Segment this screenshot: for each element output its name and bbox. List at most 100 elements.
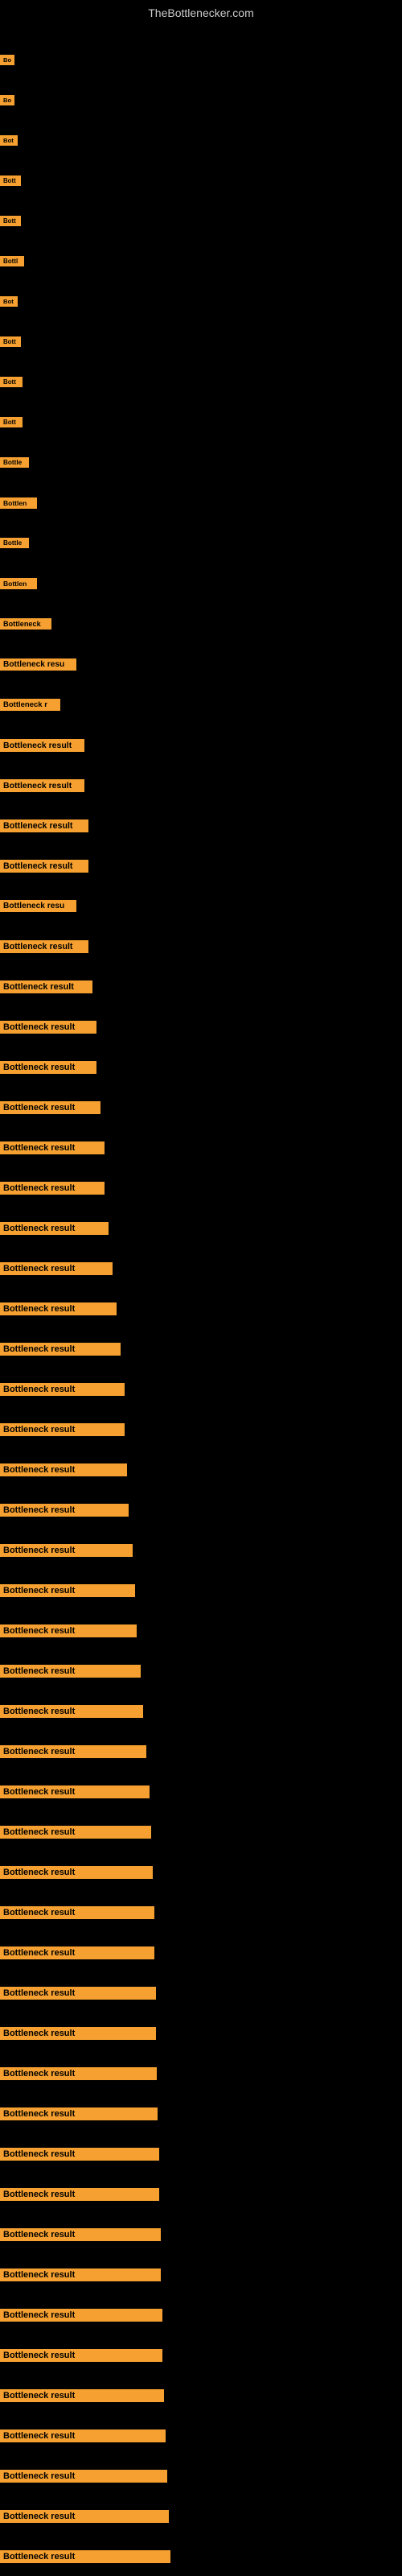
- bottleneck-row: Bottleneck result: [0, 2309, 402, 2322]
- bottleneck-label: Bottlen: [0, 497, 37, 509]
- bottleneck-label: Bottleneck result: [0, 2470, 167, 2483]
- bottleneck-label: Bottleneck result: [0, 1504, 129, 1517]
- bottleneck-row: Bottleneck result: [0, 2027, 402, 2040]
- bottleneck-row: Bottleneck result: [0, 1302, 402, 1315]
- bottleneck-label: Bottleneck result: [0, 1463, 127, 1476]
- bottleneck-row: Bo: [0, 55, 402, 65]
- bottleneck-row: Bottleneck result: [0, 940, 402, 953]
- bottleneck-row: Bottleneck result: [0, 1906, 402, 1919]
- bottleneck-label: Bottleneck result: [0, 2148, 159, 2161]
- bottleneck-row: Bottleneck result: [0, 860, 402, 873]
- bottleneck-row: Bottleneck result: [0, 1061, 402, 1074]
- bottleneck-label: Bottleneck result: [0, 1061, 96, 1074]
- bottleneck-label: Bottleneck result: [0, 940, 88, 953]
- bottleneck-row: Bottleneck result: [0, 2188, 402, 2201]
- bottleneck-row: Bottl: [0, 256, 402, 266]
- bottleneck-row: Bottleneck result: [0, 1665, 402, 1678]
- bottleneck-row: Bottleneck result: [0, 1222, 402, 1235]
- bottleneck-label: Bottleneck result: [0, 2349, 162, 2362]
- bottleneck-row: Bottleneck result: [0, 1544, 402, 1557]
- bottleneck-row: Bottleneck result: [0, 2148, 402, 2161]
- bottleneck-label: Bottleneck result: [0, 1785, 150, 1798]
- bottleneck-label: Bottleneck result: [0, 1584, 135, 1597]
- bottleneck-label: Bo: [0, 55, 14, 65]
- bottleneck-label: Bottleneck result: [0, 1343, 121, 1356]
- bottleneck-row: Bottle: [0, 538, 402, 548]
- bottleneck-row: Bottleneck result: [0, 1946, 402, 1959]
- bottleneck-row: Bottleneck result: [0, 1987, 402, 2000]
- bottleneck-row: Bott: [0, 336, 402, 347]
- site-title: TheBottlenecker.com: [0, 0, 402, 23]
- bottleneck-label: Bottleneck resu: [0, 658, 76, 671]
- bottleneck-label: Bottle: [0, 538, 29, 548]
- bottleneck-row: Bottleneck result: [0, 1141, 402, 1154]
- bottleneck-label: Bottleneck result: [0, 1021, 96, 1034]
- bottleneck-row: Bottleneck result: [0, 1262, 402, 1275]
- bottleneck-row: Bottleneck result: [0, 2429, 402, 2442]
- bottleneck-label: Bottlen: [0, 578, 37, 589]
- bottleneck-label: Bottleneck r: [0, 699, 60, 711]
- bottleneck-row: Bottleneck result: [0, 1785, 402, 1798]
- bottleneck-row: Bott: [0, 377, 402, 387]
- bottleneck-label: Bottleneck result: [0, 860, 88, 873]
- bottleneck-row: Bottleneck result: [0, 2268, 402, 2281]
- bottleneck-label: Bottleneck result: [0, 2389, 164, 2402]
- bottleneck-row: Bott: [0, 175, 402, 186]
- bottleneck-row: Bott: [0, 417, 402, 427]
- bottleneck-label: Bot: [0, 135, 18, 146]
- bottleneck-row: Bot: [0, 135, 402, 146]
- bottleneck-row: Bottleneck result: [0, 1182, 402, 1195]
- bottleneck-row: Bottleneck result: [0, 2107, 402, 2120]
- bottleneck-label: Bot: [0, 296, 18, 307]
- bottleneck-label: Bott: [0, 175, 21, 186]
- bottleneck-row: Bottleneck result: [0, 1866, 402, 1879]
- bottleneck-label: Bott: [0, 216, 21, 226]
- bottleneck-label: Bottleneck result: [0, 1423, 125, 1436]
- bottleneck-label: Bottleneck: [0, 618, 51, 630]
- bottleneck-label: Bottleneck result: [0, 2107, 158, 2120]
- bottleneck-label: Bottleneck resu: [0, 900, 76, 912]
- bottleneck-row: Bottleneck result: [0, 2470, 402, 2483]
- bottleneck-row: Bottlen: [0, 578, 402, 589]
- bottleneck-row: Bottleneck: [0, 618, 402, 630]
- bottleneck-label: Bottl: [0, 256, 24, 266]
- bottleneck-row: Bottle: [0, 457, 402, 468]
- bottleneck-row: Bottleneck r: [0, 699, 402, 711]
- bottleneck-row: Bottleneck result: [0, 1463, 402, 1476]
- bottleneck-label: Bottleneck result: [0, 2268, 161, 2281]
- bottleneck-label: Bott: [0, 417, 23, 427]
- bottleneck-row: Bo: [0, 95, 402, 105]
- bottleneck-label: Bottleneck result: [0, 980, 92, 993]
- bottleneck-row: Bottleneck result: [0, 1021, 402, 1034]
- bottleneck-row: Bottleneck result: [0, 819, 402, 832]
- bottleneck-row: Bottleneck result: [0, 1343, 402, 1356]
- bottleneck-row: Bottleneck result: [0, 1584, 402, 1597]
- bottleneck-row: Bottleneck result: [0, 1745, 402, 1758]
- bottleneck-label: Bottleneck result: [0, 1866, 153, 1879]
- bottleneck-row: Bottleneck resu: [0, 658, 402, 671]
- bottleneck-row: Bottleneck result: [0, 2067, 402, 2080]
- bottleneck-row: Bottleneck result: [0, 980, 402, 993]
- bottleneck-label: Bottleneck result: [0, 2510, 169, 2523]
- bottleneck-row: Bottleneck result: [0, 2349, 402, 2362]
- bottleneck-label: Bottleneck result: [0, 819, 88, 832]
- bottleneck-label: Bottleneck result: [0, 1987, 156, 2000]
- bottleneck-row: Bottleneck result: [0, 2510, 402, 2523]
- bottleneck-row: Bot: [0, 296, 402, 307]
- bottleneck-row: Bottleneck resu: [0, 900, 402, 912]
- bottleneck-label: Bottleneck result: [0, 1182, 105, 1195]
- bottleneck-row: Bottleneck result: [0, 2389, 402, 2402]
- bottleneck-row: Bottleneck result: [0, 1504, 402, 1517]
- bottleneck-label: Bottleneck result: [0, 1101, 100, 1114]
- bottleneck-row: Bottleneck result: [0, 2550, 402, 2563]
- bottleneck-label: Bottleneck result: [0, 2027, 156, 2040]
- bottleneck-label: Bottleneck result: [0, 1544, 133, 1557]
- bottleneck-label: Bottleneck result: [0, 1745, 146, 1758]
- bottleneck-label: Bottleneck result: [0, 2550, 170, 2563]
- bottleneck-row: Bottleneck result: [0, 739, 402, 752]
- bottleneck-label: Bottleneck result: [0, 2429, 166, 2442]
- bottleneck-label: Bott: [0, 377, 23, 387]
- bottleneck-label: Bottleneck result: [0, 2228, 161, 2241]
- bottleneck-row: Bottleneck result: [0, 1423, 402, 1436]
- bottleneck-label: Bottleneck result: [0, 779, 84, 792]
